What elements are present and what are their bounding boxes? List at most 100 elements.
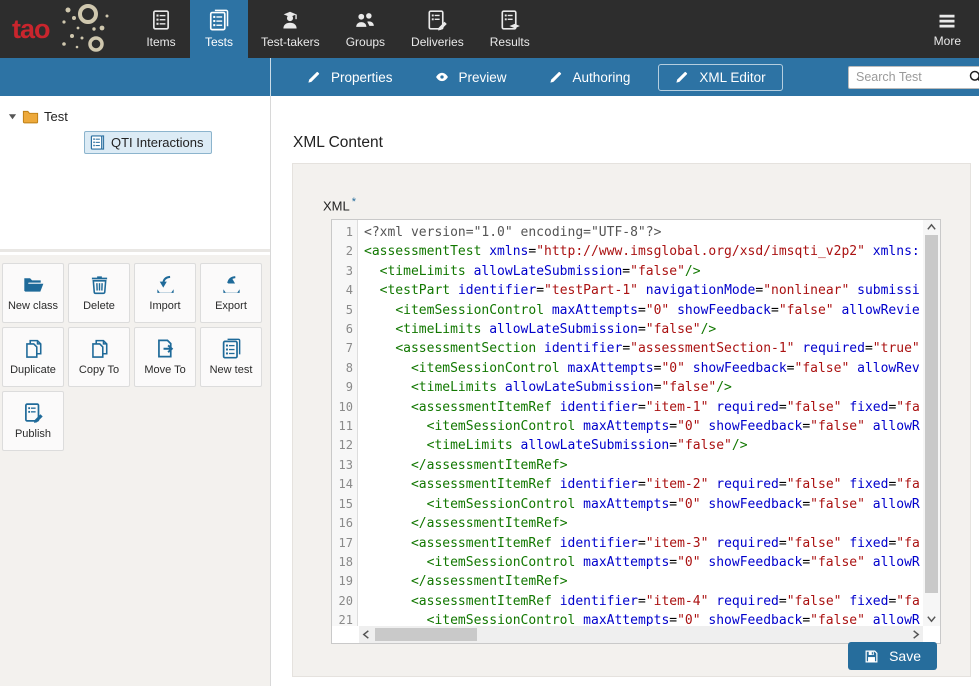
- copy-to-button[interactable]: Copy To: [68, 327, 130, 387]
- duplicate-button[interactable]: Duplicate: [2, 327, 64, 387]
- new-class-button[interactable]: New class: [2, 263, 64, 323]
- tests-icon: [208, 9, 230, 31]
- nav-item-label: Results: [490, 35, 530, 49]
- new-test-button[interactable]: New test: [200, 327, 262, 387]
- line-number-gutter: 123456789101112131415161718192021: [332, 220, 358, 626]
- scrollbar-corner: [923, 626, 940, 643]
- scroll-left-icon[interactable]: [361, 629, 372, 640]
- tree-node-test[interactable]: Test: [8, 108, 270, 125]
- toolbar-button-preview[interactable]: Preview: [421, 64, 521, 91]
- groups-icon: [354, 9, 376, 31]
- save-button-label: Save: [889, 648, 921, 664]
- code-line: <itemSessionControl maxAttempts="0" show…: [364, 301, 923, 320]
- toolbar-left-spacer: [0, 58, 271, 96]
- content-area: XML Content XML* 12345678910111213141516…: [272, 96, 979, 686]
- scroll-down-icon[interactable]: [926, 613, 937, 624]
- code-line: <timeLimits allowLateSubmission="false"/…: [364, 436, 923, 455]
- toolbar-button-xml-editor[interactable]: XML Editor: [658, 64, 782, 91]
- nav-item-test-takers[interactable]: Test-takers: [248, 0, 333, 58]
- nav-item-results[interactable]: Results: [477, 0, 543, 58]
- horizontal-scrollbar[interactable]: [359, 626, 923, 643]
- export-button[interactable]: Export: [200, 263, 262, 323]
- code-line: <testPart identifier="testPart-1" naviga…: [364, 281, 923, 300]
- eye-icon: [435, 70, 449, 84]
- line-number: 1: [332, 223, 357, 242]
- line-number: 16: [332, 514, 357, 533]
- toolbar-button-label: Preview: [459, 70, 507, 85]
- search-input[interactable]: [848, 66, 979, 89]
- nav-item-deliveries[interactable]: Deliveries: [398, 0, 477, 58]
- nav-item-tests[interactable]: Tests: [190, 0, 248, 58]
- line-number: 8: [332, 359, 357, 378]
- nav-item-label: Deliveries: [411, 35, 464, 49]
- action-button-label: New class: [8, 300, 58, 312]
- xml-editor[interactable]: 123456789101112131415161718192021 <?xml …: [331, 219, 941, 644]
- toolbar-button-label: Authoring: [573, 70, 631, 85]
- top-navbar: tao Items TestsTest-takersGroups Deliverie…: [0, 0, 979, 58]
- import-icon: [155, 274, 176, 295]
- scroll-up-icon[interactable]: [926, 222, 937, 233]
- publish-button[interactable]: Publish: [2, 391, 64, 451]
- line-number: 3: [332, 262, 357, 281]
- xml-field-label: XML*: [323, 196, 356, 213]
- pencil-icon: [675, 70, 689, 84]
- tao-logo-dots-icon: [44, 2, 112, 56]
- test-doc-icon: [90, 135, 105, 150]
- tao-logo[interactable]: tao: [0, 0, 132, 58]
- main-nav: Items TestsTest-takersGroups Deliveries Res…: [132, 0, 543, 58]
- action-button-label: Export: [215, 300, 247, 312]
- nav-item-items[interactable]: Items: [132, 0, 190, 58]
- line-number: 4: [332, 281, 357, 300]
- vertical-scroll-thumb[interactable]: [925, 235, 938, 593]
- move-icon: [155, 338, 176, 359]
- new-class-icon: [23, 274, 44, 295]
- line-number: 2: [332, 242, 357, 261]
- save-icon: [864, 649, 879, 664]
- action-button-label: Copy To: [79, 364, 119, 376]
- line-number: 14: [332, 475, 357, 494]
- test-toolbar: Properties Preview Authoring XML Editor: [0, 58, 979, 96]
- tree-node-qti-interactions[interactable]: QTI Interactions: [84, 131, 212, 154]
- nav-item-more[interactable]: More: [916, 0, 979, 58]
- scroll-right-icon[interactable]: [910, 629, 921, 640]
- caret-down-icon[interactable]: [8, 112, 17, 121]
- action-button-label: Delete: [83, 300, 115, 312]
- search-icon[interactable]: [968, 69, 979, 90]
- toolbar-button-properties[interactable]: Properties: [293, 64, 407, 91]
- line-number: 13: [332, 456, 357, 475]
- horizontal-scroll-thumb[interactable]: [375, 628, 477, 641]
- code-line: <itemSessionControl maxAttempts="0" show…: [364, 495, 923, 514]
- toolbar-actions: Properties Preview Authoring XML Editor: [271, 64, 783, 91]
- code-line: <assessmentItemRef identifier="item-1" r…: [364, 398, 923, 417]
- line-number: 21: [332, 611, 357, 630]
- pencil-icon: [307, 70, 321, 84]
- save-button[interactable]: Save: [848, 642, 937, 670]
- line-number: 10: [332, 398, 357, 417]
- folder-icon: [22, 108, 39, 125]
- search-box: [848, 66, 979, 89]
- code-line: <timeLimits allowLateSubmission="false"/…: [364, 378, 923, 397]
- code-line: <timeLimits allowLateSubmission="false"/…: [364, 262, 923, 281]
- code-area[interactable]: <?xml version="1.0" encoding="UTF-8"?><a…: [359, 220, 923, 626]
- tree-node-label: Test: [44, 109, 68, 124]
- toolbar-button-label: Properties: [331, 70, 393, 85]
- line-number: 7: [332, 339, 357, 358]
- nav-item-label: Items: [146, 35, 175, 49]
- action-button-label: New test: [210, 364, 253, 376]
- vertical-scrollbar[interactable]: [923, 220, 940, 626]
- line-number: 9: [332, 378, 357, 397]
- code-line: </assessmentItemRef>: [364, 572, 923, 591]
- nav-item-groups[interactable]: Groups: [333, 0, 398, 58]
- deliveries-icon: [426, 9, 448, 31]
- tao-logo-text: tao: [12, 14, 50, 45]
- toolbar-button-authoring[interactable]: Authoring: [535, 64, 645, 91]
- move-to-button[interactable]: Move To: [134, 327, 196, 387]
- code-line: <itemSessionControl maxAttempts="0" show…: [364, 611, 923, 626]
- delete-button[interactable]: Delete: [68, 263, 130, 323]
- trash-icon: [89, 274, 110, 295]
- import-button[interactable]: Import: [134, 263, 196, 323]
- line-number: 6: [332, 320, 357, 339]
- sidebar: Test QTI Interactions New class Delete Imp…: [0, 96, 271, 686]
- line-number: 17: [332, 534, 357, 553]
- more-icon: [937, 11, 957, 31]
